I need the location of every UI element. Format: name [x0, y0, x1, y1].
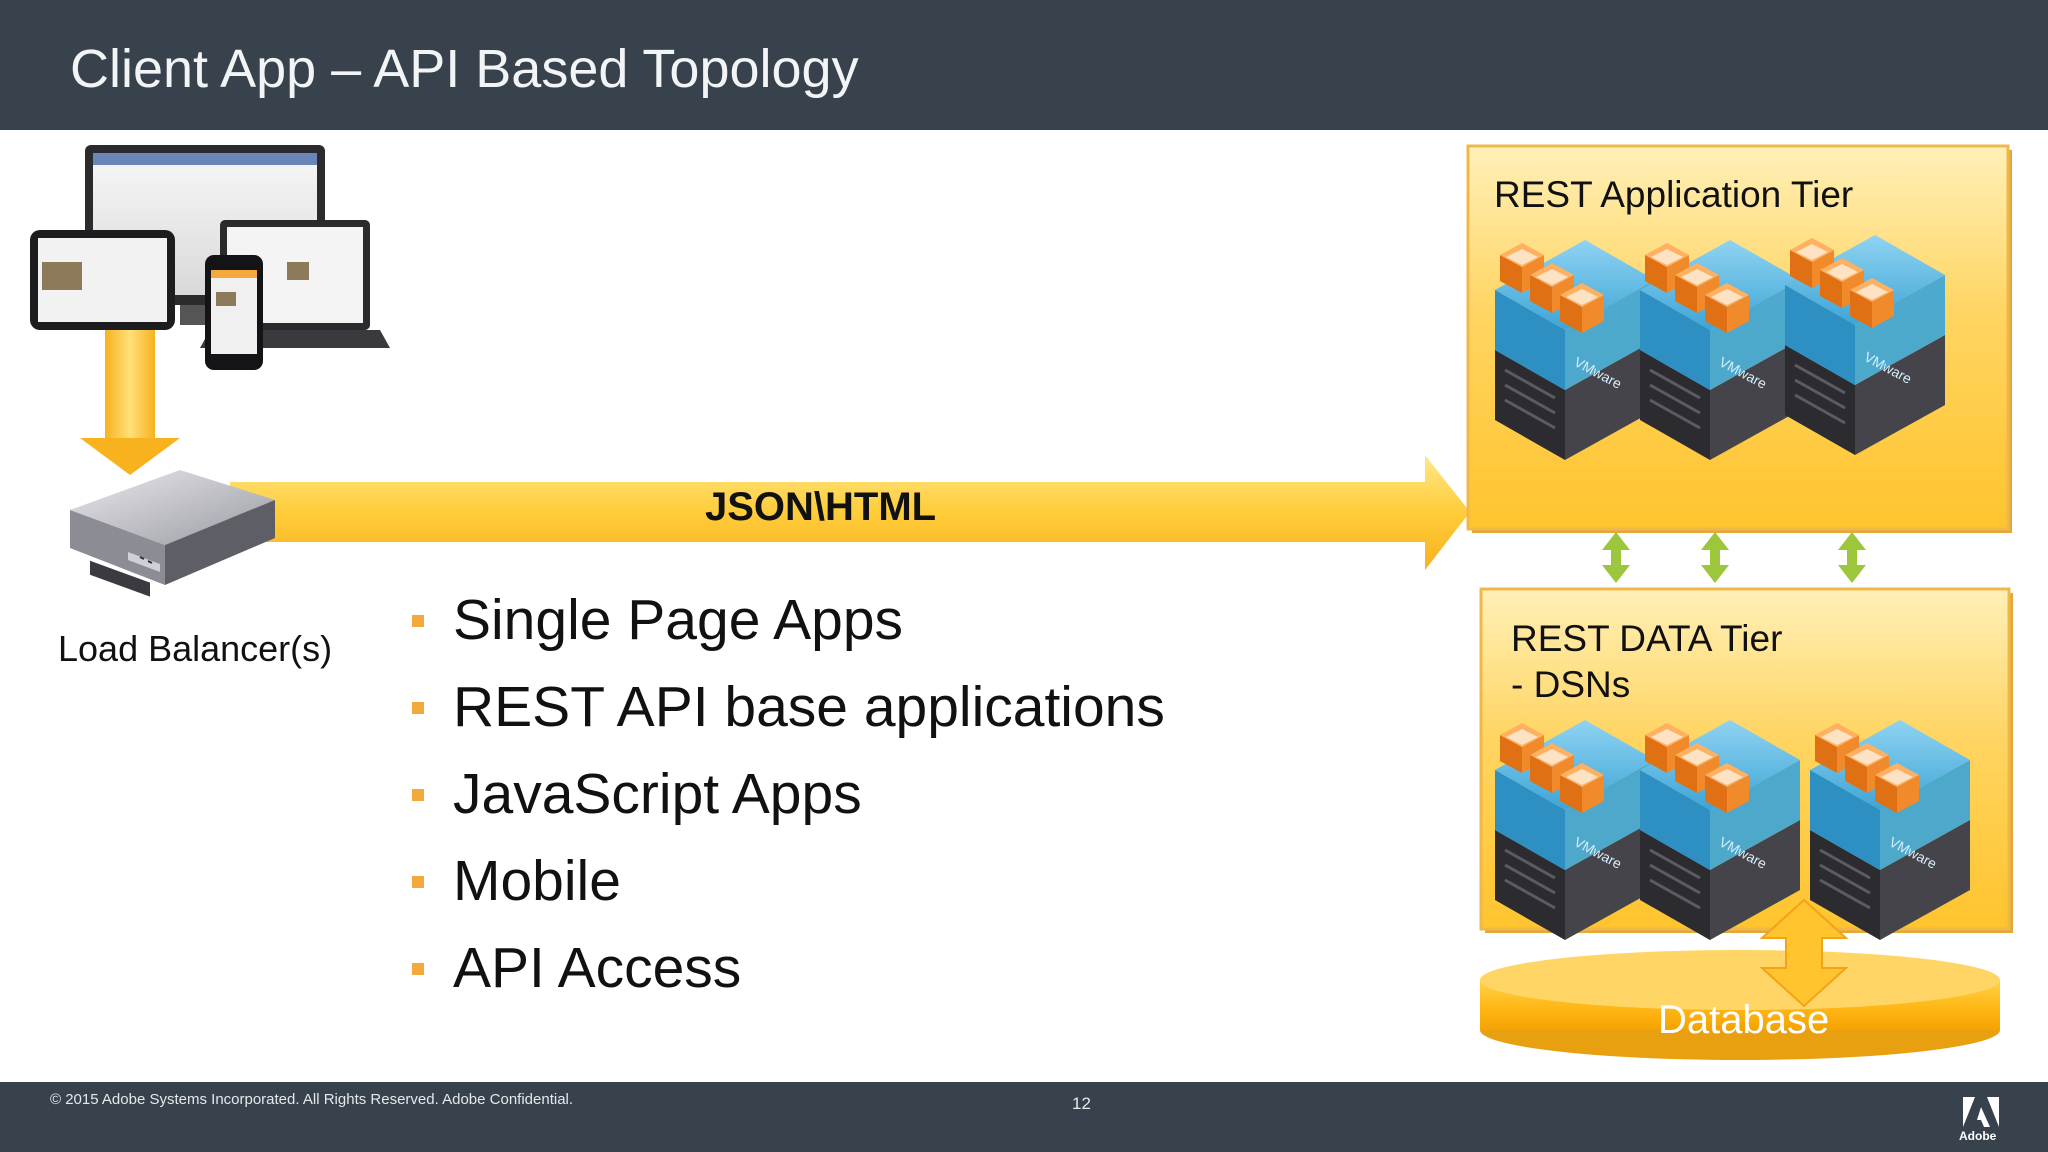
bullet-square-icon [412, 963, 424, 975]
list-item: JavaScript Apps [400, 757, 1165, 844]
copyright-text: © 2015 Adobe Systems Incorporated. All R… [50, 1091, 574, 1108]
load-balancer-label: Load Balancer(s) [58, 628, 333, 669]
list-item: REST API base applications [400, 670, 1165, 757]
client-devices-icon [30, 145, 390, 370]
list-item: Mobile [400, 844, 1165, 931]
list-item: API Access [400, 931, 1165, 1018]
tier-connectors [1602, 532, 1866, 583]
database-label: Database [1658, 998, 1830, 1042]
data-tier-label-line2: - DSNs [1511, 664, 1631, 705]
bullet-square-icon [412, 615, 424, 627]
data-tier-label-line1: REST DATA Tier [1511, 618, 1783, 659]
page-number: 12 [1072, 1094, 1091, 1113]
app-tier-label: REST Application Tier [1494, 174, 1854, 215]
feature-list: Single Page Apps REST API base applicati… [400, 583, 1165, 1018]
flow-label: JSON\HTML [705, 485, 937, 529]
bullet-square-icon [412, 702, 424, 714]
bullet-square-icon [412, 789, 424, 801]
bullet-square-icon [412, 876, 424, 888]
down-arrow [80, 330, 180, 475]
list-item: Single Page Apps [400, 583, 1165, 670]
adobe-logo-text: Adobe [1959, 1129, 1997, 1143]
